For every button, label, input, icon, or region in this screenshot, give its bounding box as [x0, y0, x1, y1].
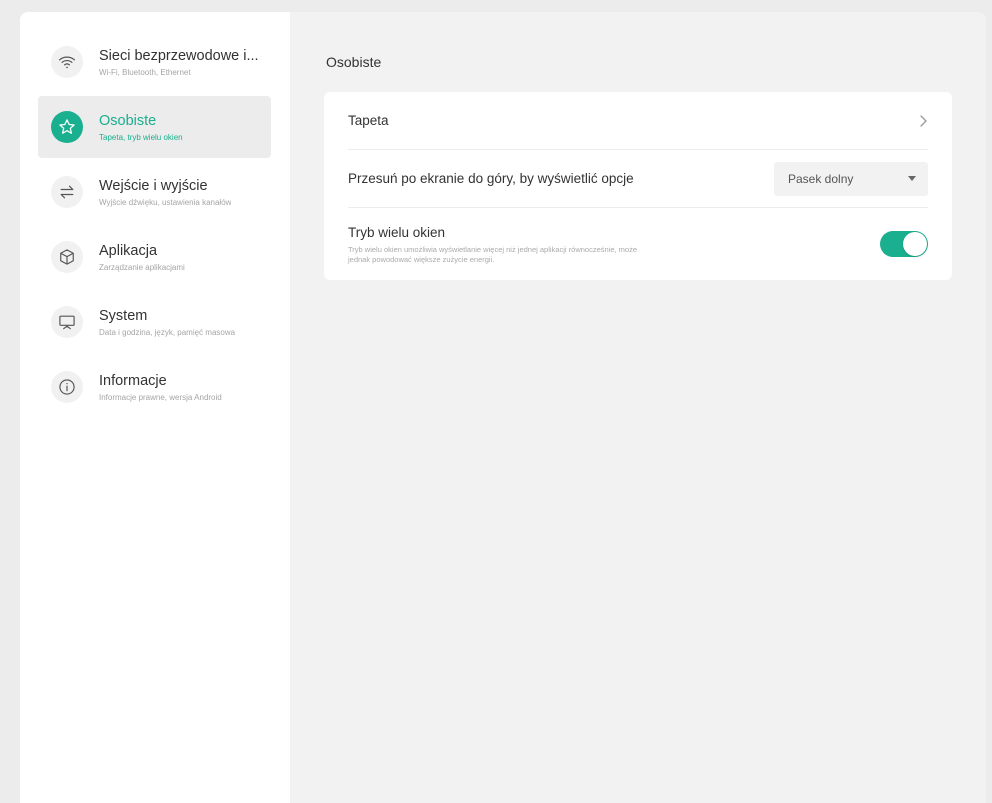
sidebar-item-title: Informacje	[99, 372, 167, 389]
wallpaper-row[interactable]: Tapeta	[348, 92, 928, 150]
sidebar-item-subtitle: Data i godzina, język, pamięć masowa	[99, 327, 236, 337]
swap-arrows-icon	[51, 176, 83, 208]
cube-icon	[51, 241, 83, 273]
sidebar-item-title: System	[99, 307, 148, 324]
sidebar-item-info[interactable]: Informacje Informacje prawne, wersja And…	[38, 356, 271, 418]
multi-window-description: Tryb wielu okien umożliwia wyświetlanie …	[348, 244, 638, 264]
sidebar-item-subtitle: Tapeta, tryb wielu okien	[99, 132, 183, 142]
multi-window-toggle[interactable]	[880, 231, 928, 257]
sidebar-item-input-output[interactable]: Wejście i wyjście Wyjście dźwięku, ustaw…	[38, 161, 271, 223]
swipe-options-label: Przesuń po ekranie do góry, by wyświetli…	[348, 171, 634, 186]
sidebar-item-title: Osobiste	[99, 112, 157, 129]
sidebar-item-system[interactable]: System Data i godzina, język, pamięć mas…	[38, 291, 271, 353]
star-icon	[51, 111, 83, 143]
sidebar-item-title: Sieci bezprzewodowe i...	[99, 47, 259, 64]
sidebar-item-subtitle: Zarządzanie aplikacjami	[99, 262, 185, 272]
chevron-right-icon[interactable]	[918, 114, 928, 128]
settings-card: Tapeta Przesuń po ekranie do góry, by wy…	[324, 92, 952, 280]
dropdown-value: Pasek dolny	[788, 171, 854, 186]
sidebar-item-personal[interactable]: Osobiste Tapeta, tryb wielu okien	[38, 96, 271, 158]
toggle-knob	[903, 232, 927, 256]
caret-down-icon	[908, 176, 916, 181]
sidebar-item-subtitle: Wi-Fi, Bluetooth, Ethernet	[99, 67, 191, 77]
settings-window: Sieci bezprzewodowe i... Wi-Fi, Bluetoot…	[20, 12, 986, 803]
sidebar-item-wireless[interactable]: Sieci bezprzewodowe i... Wi-Fi, Bluetoot…	[38, 31, 271, 93]
sidebar: Sieci bezprzewodowe i... Wi-Fi, Bluetoot…	[20, 12, 290, 803]
page-title: Osobiste	[326, 54, 382, 70]
sidebar-item-subtitle: Informacje prawne, wersja Android	[99, 392, 222, 402]
swipe-options-dropdown[interactable]: Pasek dolny	[774, 161, 928, 196]
wallpaper-label: Tapeta	[348, 113, 389, 128]
content-pane: Osobiste Tapeta Przesuń po ekranie do gó…	[290, 12, 986, 803]
multi-window-row: Tryb wielu okien Tryb wielu okien umożli…	[348, 208, 928, 280]
sidebar-item-apps[interactable]: Aplikacja Zarządzanie aplikacjami	[38, 226, 271, 288]
sidebar-item-title: Aplikacja	[99, 242, 158, 259]
sidebar-item-subtitle: Wyjście dźwięku, ustawienia kanałów	[99, 197, 232, 207]
wifi-icon	[51, 46, 83, 78]
swipe-options-row: Przesuń po ekranie do góry, by wyświetli…	[348, 150, 928, 208]
sidebar-item-title: Wejście i wyjście	[99, 177, 208, 194]
monitor-icon	[51, 306, 83, 338]
info-icon	[51, 371, 83, 403]
multi-window-label: Tryb wielu okien	[348, 224, 446, 240]
